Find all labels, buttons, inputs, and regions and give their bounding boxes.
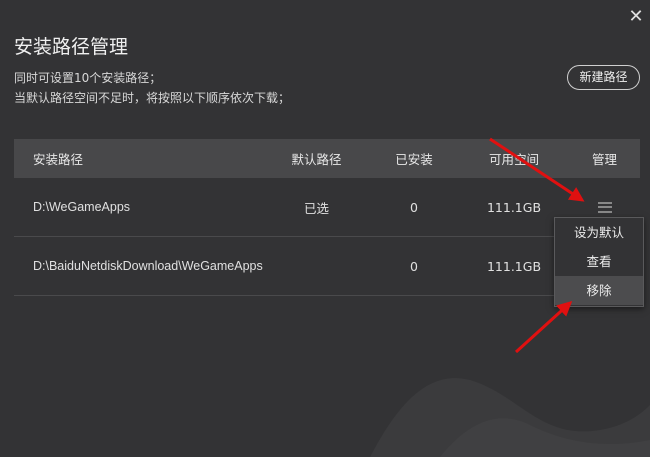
row-installed: 0: [410, 258, 418, 274]
header-manage: 管理: [591, 152, 617, 167]
menu-item-view[interactable]: 查看: [555, 247, 643, 276]
menu-item-set-default[interactable]: 设为默认: [555, 218, 643, 247]
new-path-button[interactable]: 新建路径: [567, 65, 640, 90]
manage-dropdown-menu: 设为默认 查看 移除: [554, 217, 644, 307]
dialog-title: 安装路径管理: [14, 36, 129, 58]
install-path-dialog: ✕ 安装路径管理 同时可设置10个安装路径； 当默认路径空间不足时，将按照以下顺…: [0, 0, 650, 457]
menu-item-remove[interactable]: 移除: [555, 276, 643, 305]
install-path-table: 安装路径 默认路径 已安装 可用空间 管理 D:\WeGameApps 已选 0…: [14, 139, 640, 296]
header-default: 默认路径: [291, 152, 342, 167]
row-space: 111.1GB: [486, 199, 542, 215]
row-path: D:\WeGameApps: [33, 200, 131, 214]
row-manage: [569, 200, 640, 215]
close-icon: ✕: [628, 6, 644, 27]
header-installed: 已安装: [395, 152, 433, 167]
hamburger-menu-icon[interactable]: [597, 201, 612, 213]
dialog-description: 同时可设置10个安装路径； 当默认路径空间不足时，将按照以下顺序依次下载；: [14, 68, 290, 108]
row-space: 111.1GB: [486, 258, 542, 274]
header-path: 安装路径: [33, 152, 84, 167]
table-row: D:\BaiduNetdiskDownload\WeGameApps 0 111…: [14, 237, 640, 296]
header-space: 可用空间: [488, 152, 539, 167]
row-path: D:\BaiduNetdiskDownload\WeGameApps: [33, 259, 263, 273]
row-default: 已选: [303, 200, 329, 216]
description-line-1: 同时可设置10个安装路径；: [14, 71, 162, 85]
table-header: 安装路径 默认路径 已安装 可用空间 管理: [14, 139, 640, 178]
close-button[interactable]: ✕: [626, 7, 646, 27]
table-row: D:\WeGameApps 已选 0 111.1GB: [14, 178, 640, 237]
annotation-arrow-to-remove: [514, 300, 573, 354]
row-installed: 0: [410, 199, 418, 215]
description-line-2: 当默认路径空间不足时，将按照以下顺序依次下载；: [14, 91, 291, 105]
